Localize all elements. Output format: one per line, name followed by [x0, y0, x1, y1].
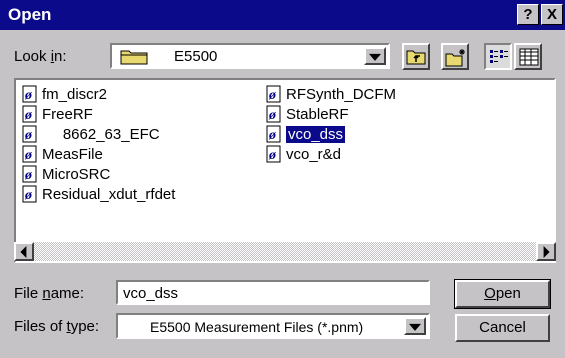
file-list-item[interactable]: ø StableRF	[266, 104, 349, 124]
files-of-type-combo[interactable]: E5500 Measurement Files (*.pnm)	[116, 313, 430, 339]
look-in-value: E5500	[174, 48, 218, 65]
file-icon: ø	[22, 85, 38, 103]
help-button[interactable]: ?	[517, 4, 539, 25]
create-new-folder-button[interactable]	[441, 43, 469, 70]
file-name-text: Residual_xdut_rfdet	[42, 185, 176, 203]
svg-text:ø: ø	[268, 108, 277, 123]
horizontal-scrollbar[interactable]	[14, 242, 556, 261]
file-icon: ø	[22, 125, 38, 143]
file-name-text: vco_r&d	[286, 145, 342, 163]
details-view-icon	[519, 48, 539, 69]
svg-text:ø: ø	[268, 128, 277, 143]
file-list-item[interactable]: ø MeasFile	[22, 144, 103, 164]
file-icon: ø	[22, 165, 38, 183]
title-bar: Open ? X	[0, 0, 565, 30]
file-name-text: StableRF	[286, 105, 349, 123]
file-name-text: MicroSRC	[42, 165, 111, 183]
svg-text:ø: ø	[268, 88, 277, 103]
svg-text:ø: ø	[268, 148, 277, 163]
left-arrow-icon	[20, 245, 27, 258]
folder-icon	[120, 48, 148, 68]
files-of-type-label: Files of type:	[14, 318, 100, 335]
svg-text:ø: ø	[24, 168, 33, 183]
right-arrow-icon	[543, 245, 550, 258]
file-list-item[interactable]: ø Residual_xdut_rfdet	[22, 184, 175, 204]
file-name-text: RFSynth_DCFM	[286, 85, 397, 103]
files-of-type-dropdown-button[interactable]	[404, 317, 426, 335]
file-name-input[interactable]: vco_dss	[116, 280, 430, 305]
svg-text:ø: ø	[24, 188, 33, 203]
file-name-label: File name:	[14, 285, 85, 302]
file-list-item[interactable]: ø RFSynth_DCFM	[266, 84, 396, 104]
files-of-type-value: E5500 Measurement Files (*.pnm)	[150, 319, 364, 335]
close-button[interactable]: X	[541, 4, 563, 25]
file-list-item[interactable]: ø MicroSRC	[22, 164, 110, 184]
file-icon: ø	[266, 145, 282, 163]
file-name-text: FreeRF	[42, 105, 93, 123]
file-list-item[interactable]: ø 8662_63_EFC	[22, 124, 160, 144]
file-icon: ø	[22, 185, 38, 203]
svg-text:ø: ø	[24, 108, 33, 123]
file-list-item[interactable]: ø vco_r&d	[266, 144, 341, 164]
svg-text:ø: ø	[24, 88, 33, 103]
cancel-button[interactable]: Cancel	[455, 314, 550, 342]
details-view-button[interactable]	[514, 43, 542, 70]
svg-text:ø: ø	[24, 128, 33, 143]
file-name-text: fm_discr2	[42, 85, 108, 103]
file-list-item[interactable]: ø vco_dss	[266, 124, 347, 144]
file-list[interactable]: ø fm_discr2 ø FreeRF ø 8662_63_EFC ø MeasFile ø…	[14, 78, 556, 263]
file-name-text: vco_dss	[284, 124, 347, 144]
look-in-dropdown-button[interactable]	[364, 47, 386, 65]
file-icon: ø	[22, 105, 38, 123]
look-in-combo[interactable]: E5500	[110, 43, 390, 69]
file-name-text: 8662_63_EFC	[42, 125, 160, 143]
file-icon: ø	[266, 105, 282, 123]
open-button[interactable]: Open	[454, 279, 551, 309]
window-title: Open	[8, 5, 52, 24]
file-name-value: vco_dss	[123, 285, 179, 302]
look-in-label: Look in:	[14, 48, 67, 65]
list-view-button[interactable]	[484, 43, 512, 70]
file-name-text: MeasFile	[42, 145, 103, 163]
up-one-level-button[interactable]	[402, 43, 430, 70]
scrollbar-track[interactable]	[34, 242, 536, 261]
file-list-item[interactable]: ø fm_discr2	[22, 84, 107, 104]
svg-text:ø: ø	[24, 148, 33, 163]
file-icon: ø	[266, 85, 282, 103]
file-icon: ø	[22, 145, 38, 163]
scroll-right-button[interactable]	[536, 242, 556, 261]
file-icon: ø	[266, 125, 282, 143]
scroll-left-button[interactable]	[14, 242, 34, 261]
file-list-item[interactable]: ø FreeRF	[22, 104, 93, 124]
list-view-icon	[489, 48, 509, 69]
up-folder-icon	[406, 48, 426, 68]
new-folder-icon	[445, 48, 467, 70]
